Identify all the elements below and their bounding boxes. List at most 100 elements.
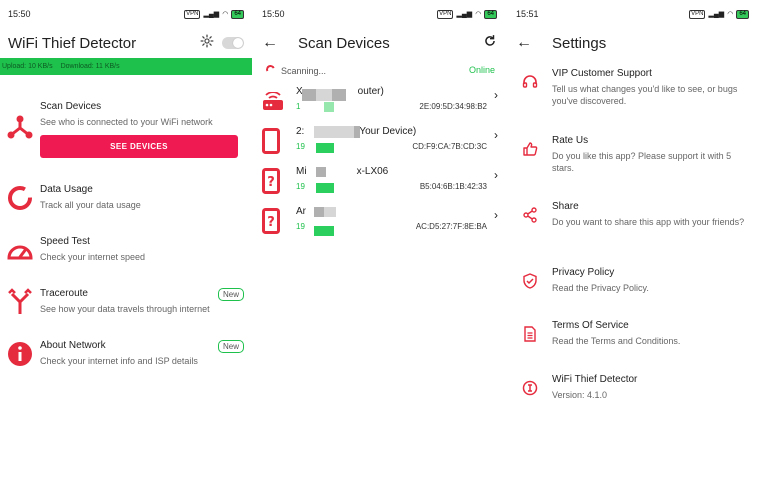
document-icon xyxy=(508,320,552,347)
back-arrow-icon[interactable]: ← xyxy=(262,34,284,52)
data-usage-icon xyxy=(0,184,40,212)
refresh-icon[interactable] xyxy=(483,34,497,53)
vpn-icon: VPN xyxy=(184,9,201,19)
chevron-right-icon: › xyxy=(494,168,498,182)
redacted-block xyxy=(316,183,334,193)
router-network-icon xyxy=(0,101,40,158)
menu-subtitle: See who is connected to your WiFi networ… xyxy=(40,117,213,127)
menu-item-traceroute[interactable]: Traceroute See how your data travels thr… xyxy=(0,288,252,316)
status-time: 15:50 xyxy=(8,9,31,19)
settings-subtitle: Version: 4.1.0 xyxy=(552,390,608,400)
settings-subtitle: Read the Privacy Policy. xyxy=(552,283,649,293)
settings-item-share[interactable]: Share Do you want to share this app with… xyxy=(508,201,757,228)
redacted-block xyxy=(314,207,324,217)
signal-icon: ▂▄▆ xyxy=(708,11,725,18)
device-row[interactable]: ? Ar 19 AC:D5:27:7F:8E:BA › xyxy=(254,204,505,244)
spinner-icon xyxy=(264,63,277,75)
device-row[interactable]: 2: Your Device) 19 CD:F9:CA:7B:CD:3C › xyxy=(254,124,505,164)
app-bar: ← Scan Devices xyxy=(254,28,505,58)
online-label: Online xyxy=(468,65,495,75)
device-row[interactable]: ? Mi x-LX06 19 B5:04:6B:1B:42:33 › xyxy=(254,164,505,204)
redacted-block xyxy=(316,89,332,101)
app-bar: ← Settings xyxy=(508,28,757,58)
settings-screen: 15:51 VPN ▂▄▆ ◠ 64 ← Settings VIP Custom… xyxy=(508,0,757,499)
device-mac: CD:F9:CA:7B:CD:3C xyxy=(412,142,487,151)
settings-title: Terms Of Service xyxy=(552,320,629,331)
redacted-block xyxy=(316,167,326,177)
wifi-icon: ◠ xyxy=(727,11,734,18)
back-arrow-icon[interactable]: ← xyxy=(516,34,538,52)
page-title: WiFi Thief Detector xyxy=(8,34,137,52)
gear-icon[interactable] xyxy=(200,34,214,53)
vpn-icon: VPN xyxy=(437,9,454,19)
settings-subtitle: Do you want to share this app with your … xyxy=(552,217,745,227)
phone-icon xyxy=(262,128,280,154)
device-row[interactable]: Xouter) 1 2E:09:5D:34:98:B2 › xyxy=(254,84,505,124)
settings-subtitle: Tell us what changes you'd like to see, … xyxy=(552,84,738,106)
battery-icon: 64 xyxy=(484,9,497,19)
new-badge: New xyxy=(217,288,244,301)
settings-subtitle: Read the Terms and Conditions. xyxy=(552,336,681,346)
status-icons: VPN ▂▄▆ ◠ 64 xyxy=(184,9,244,19)
status-bar: 15:50 VPN ▂▄▆ ◠ 64 xyxy=(254,0,505,28)
info-icon xyxy=(0,340,40,368)
redacted-block xyxy=(332,89,346,101)
settings-item-terms[interactable]: Terms Of Service Read the Terms and Cond… xyxy=(508,320,757,347)
settings-title: WiFi Thief Detector xyxy=(552,374,638,385)
menu-subtitle: Check your internet info and ISP details xyxy=(40,356,198,366)
redacted-block xyxy=(302,89,316,101)
svg-text:?: ? xyxy=(267,215,275,230)
share-icon xyxy=(508,201,552,228)
settings-item-rate-us[interactable]: Rate Us Do you like this app? Please sup… xyxy=(508,135,757,174)
redacted-block xyxy=(314,226,334,236)
device-mac: 2E:09:5D:34:98:B2 xyxy=(419,102,487,111)
device-name: Mi x-LX06 xyxy=(296,166,389,177)
unknown-device-icon: ? xyxy=(262,168,280,194)
chevron-right-icon: › xyxy=(494,128,498,142)
menu-subtitle: Check your internet speed xyxy=(40,252,146,262)
settings-title: Rate Us xyxy=(552,135,589,146)
status-icons: VPN ▂▄▆ ◠ 64 xyxy=(689,9,749,19)
status-bar: 15:50 VPN ▂▄▆ ◠ 64 xyxy=(0,0,252,28)
see-devices-button[interactable]: SEE DEVICES xyxy=(40,135,238,158)
menu-title: Scan Devices xyxy=(40,101,102,112)
unknown-device-icon: ? xyxy=(262,208,280,234)
theme-toggle[interactable] xyxy=(222,37,244,49)
scanning-status: Scanning... xyxy=(264,63,326,76)
battery-icon: 64 xyxy=(231,9,244,19)
new-badge: New xyxy=(217,340,244,353)
page-title: Scan Devices xyxy=(298,34,390,52)
settings-title: VIP Customer Support xyxy=(552,68,652,79)
menu-item-about-network[interactable]: About Network Check your internet info a… xyxy=(0,340,252,368)
settings-item-privacy-policy[interactable]: Privacy Policy Read the Privacy Policy. xyxy=(508,267,757,294)
wifi-icon: ◠ xyxy=(475,11,482,18)
app-info-icon xyxy=(508,374,552,401)
device-mac: AC:D5:27:7F:8E:BA xyxy=(415,222,487,231)
redacted-block xyxy=(354,126,360,138)
svg-text:?: ? xyxy=(267,175,275,190)
menu-item-speed-test[interactable]: Speed Test Check your internet speed xyxy=(0,236,252,264)
device-mac: B5:04:6B:1B:42:33 xyxy=(419,182,487,191)
vpn-icon: VPN xyxy=(689,9,706,19)
signal-icon: ▂▄▆ xyxy=(203,11,220,18)
device-ip: 1 xyxy=(296,102,301,111)
menu-item-scan-devices[interactable]: Scan Devices See who is connected to you… xyxy=(0,101,252,158)
download-speed: Download: 11 KB/s xyxy=(60,63,120,70)
speed-bar: Upload: 10 KB/s Download: 11 KB/s xyxy=(0,58,252,75)
settings-item-app-info[interactable]: WiFi Thief Detector Version: 4.1.0 xyxy=(508,374,757,401)
router-icon xyxy=(262,91,284,118)
shield-check-icon xyxy=(508,267,552,294)
chevron-right-icon: › xyxy=(494,88,498,102)
menu-item-data-usage[interactable]: Data Usage Track all your data usage xyxy=(0,184,252,212)
chevron-right-icon: › xyxy=(494,208,498,222)
status-icons: VPN ▂▄▆ ◠ 64 xyxy=(437,9,497,19)
status-time: 15:51 xyxy=(516,9,539,19)
speedometer-icon xyxy=(0,236,40,264)
menu-title: About Network xyxy=(40,340,106,351)
menu-title: Traceroute xyxy=(40,288,88,299)
traceroute-icon xyxy=(0,288,40,316)
settings-item-vip-support[interactable]: VIP Customer Support Tell us what change… xyxy=(508,68,757,107)
device-ip: 19 xyxy=(296,142,305,151)
app-bar: WiFi Thief Detector xyxy=(0,28,252,58)
scan-status-row: Scanning... Online xyxy=(254,58,505,82)
